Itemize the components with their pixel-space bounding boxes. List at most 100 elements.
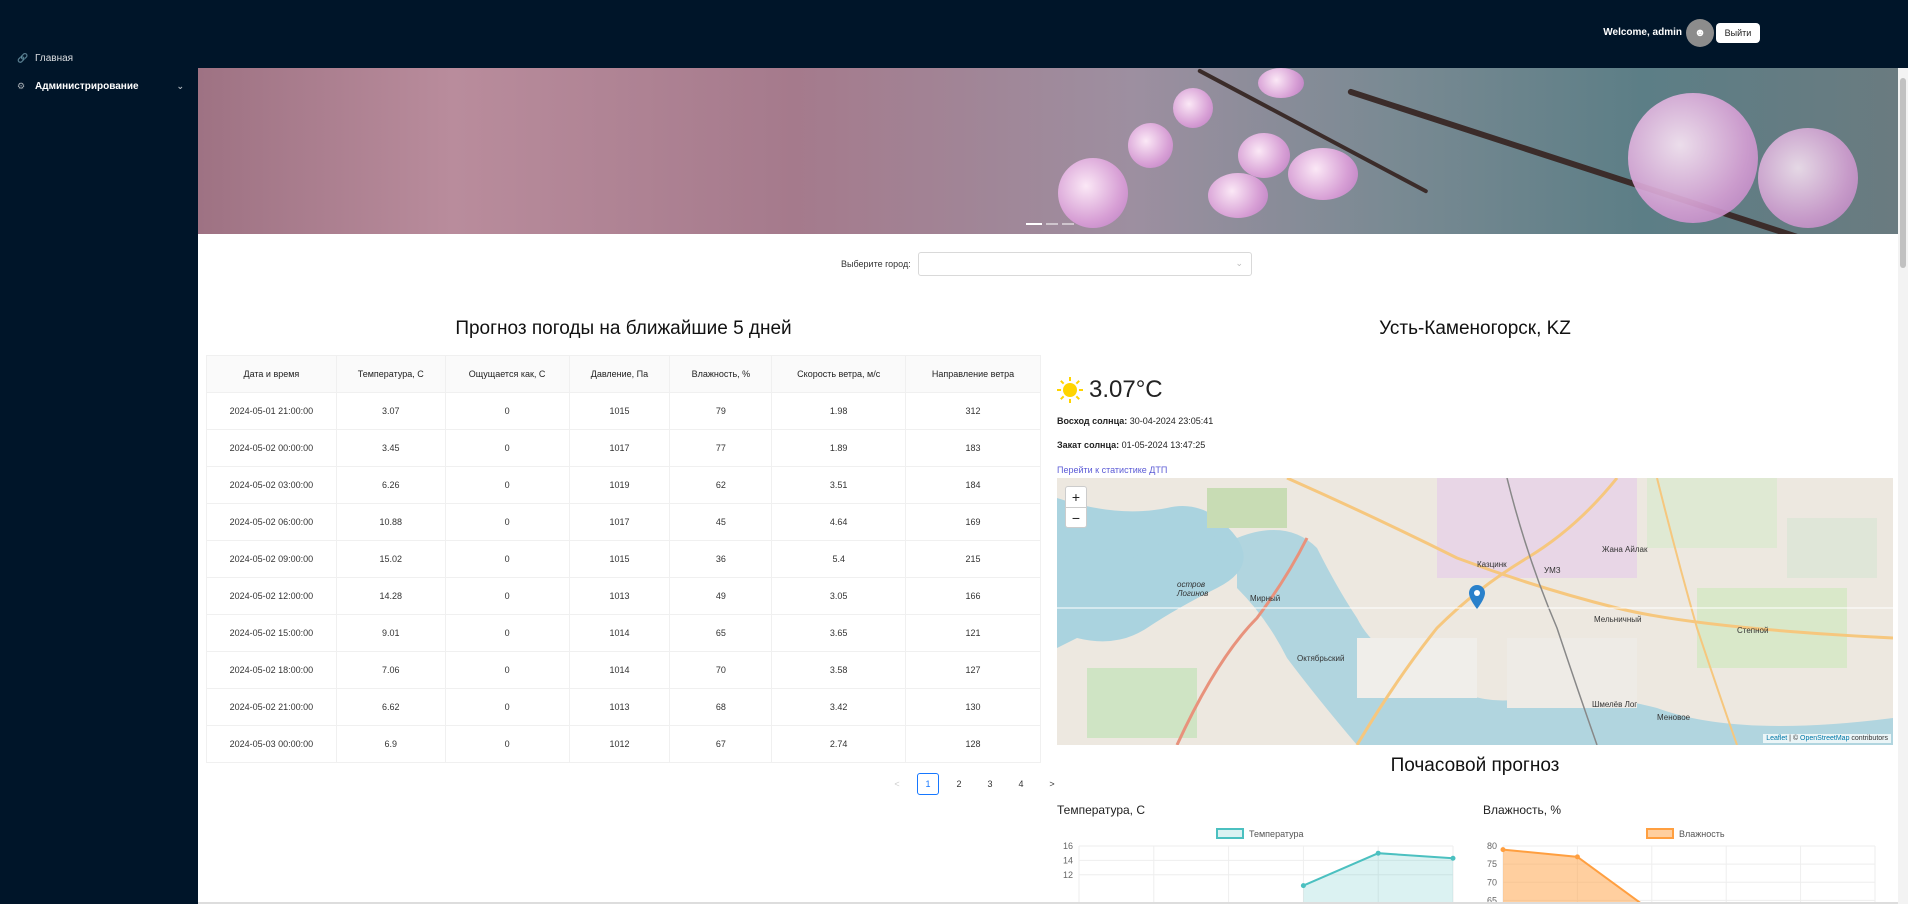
sunset-value: 01-05-2024 13:47:25 — [1121, 440, 1206, 450]
banner-carousel[interactable] — [198, 68, 1898, 234]
sidebar-item-label: Главная — [35, 52, 74, 64]
osm-link[interactable]: OpenStreetMap — [1800, 735, 1849, 742]
map-zoom-out-button[interactable]: − — [1066, 507, 1086, 527]
banner-blossom — [1058, 158, 1128, 228]
table-cell: 3.65 — [771, 614, 907, 652]
carousel-dot[interactable] — [1046, 223, 1058, 225]
carousel-dot[interactable] — [1062, 223, 1074, 225]
column-header[interactable]: Ощущается как, С — [444, 355, 570, 393]
data-point[interactable] — [1500, 847, 1506, 853]
table-cell: 15.02 — [336, 540, 446, 578]
table-cell: 1017 — [569, 503, 671, 541]
column-header[interactable]: Давление, Па — [568, 355, 671, 393]
table-cell: 1014 — [569, 614, 671, 652]
table-cell: 1017 — [569, 429, 671, 467]
pagination-prev[interactable]: < — [886, 773, 908, 795]
data-point[interactable] — [1574, 854, 1580, 860]
table-row[interactable]: 2024-05-02 21:00:00 6.62 0 1013 68 3.42 130 — [206, 688, 1041, 726]
data-point[interactable] — [1450, 855, 1456, 861]
table-cell: 0 — [445, 429, 570, 467]
current-weather: 3.07°C — [1057, 376, 1163, 404]
table-row[interactable]: 2024-05-02 12:00:00 14.28 0 1013 49 3.05 166 — [206, 577, 1041, 615]
table-row[interactable]: 2024-05-02 18:00:00 7.06 0 1014 70 3.58 127 — [206, 651, 1041, 689]
table-cell: 1013 — [569, 577, 671, 615]
column-header[interactable]: Влажность, % — [669, 355, 773, 393]
banner-blossom — [1758, 128, 1858, 228]
table-cell: 68 — [669, 688, 773, 726]
table-row[interactable]: 2024-05-02 00:00:00 3.45 0 1017 77 1.89 183 — [206, 429, 1041, 467]
column-header[interactable]: Дата и время — [206, 355, 337, 393]
carousel-dot[interactable] — [1026, 223, 1042, 225]
table-cell: 1019 — [569, 466, 671, 504]
table-row[interactable]: 2024-05-02 15:00:00 9.01 0 1014 65 3.65 121 — [206, 614, 1041, 652]
map-zoom-in-button[interactable]: + — [1066, 487, 1086, 507]
link-icon: 🔗 — [17, 52, 29, 63]
map-label: Степной — [1737, 626, 1769, 635]
table-cell: 9.01 — [336, 614, 446, 652]
carousel-dots[interactable] — [1026, 223, 1074, 225]
sidebar-item-admin[interactable]: ⚙ Администрирование ⌄ — [0, 72, 198, 100]
banner-blossom — [1173, 88, 1213, 128]
table-cell: 3.45 — [336, 429, 446, 467]
table-cell: 2024-05-02 00:00:00 — [206, 429, 337, 467]
legend-label: Влажность — [1679, 828, 1725, 839]
pagination-page[interactable]: 4 — [1010, 773, 1032, 795]
table-cell: 1.89 — [771, 429, 907, 467]
map-label: Жана Айлак — [1602, 545, 1648, 554]
scrollbar[interactable] — [1898, 68, 1908, 904]
chevron-down-icon[interactable]: ⌄ — [176, 81, 184, 92]
table-cell: 1015 — [569, 540, 671, 578]
temperature-chart-title: Температура, С — [1057, 803, 1146, 817]
table-cell: 0 — [445, 614, 570, 652]
column-header[interactable]: Направление ветра — [905, 355, 1041, 393]
pagination-page[interactable]: 3 — [979, 773, 1001, 795]
pagination-page[interactable]: 2 — [948, 773, 970, 795]
banner-blossom — [1628, 93, 1758, 223]
table-cell: 36 — [669, 540, 773, 578]
table-cell: 49 — [669, 577, 773, 615]
leaflet-link[interactable]: Leaflet — [1766, 735, 1787, 742]
pagination: < 1 2 3 4 > — [886, 773, 1063, 795]
data-point[interactable] — [1375, 850, 1381, 856]
y-tick-label: 12 — [1063, 870, 1073, 880]
city-select-label: Выберите город: — [841, 259, 911, 269]
table-row[interactable]: 2024-05-02 09:00:00 15.02 0 1015 36 5.4 215 — [206, 540, 1041, 578]
table-cell: 215 — [905, 540, 1041, 578]
column-header[interactable]: Температура, С — [335, 355, 446, 393]
table-cell: 4.64 — [771, 503, 907, 541]
data-point[interactable] — [1300, 883, 1306, 889]
humidity-chart-title: Влажность, % — [1483, 803, 1562, 817]
table-cell: 1015 — [569, 392, 671, 430]
table-row[interactable]: 2024-05-02 03:00:00 6.26 0 1019 62 3.51 184 — [206, 466, 1041, 504]
pagination-page[interactable]: 1 — [917, 773, 939, 795]
column-header[interactable]: Скорость ветра, м/с — [771, 355, 907, 393]
table-cell: 3.07 — [336, 392, 446, 430]
city-select[interactable]: ⌄ — [918, 252, 1252, 276]
table-row[interactable]: 2024-05-01 21:00:00 3.07 0 1015 79 1.98 312 — [206, 392, 1041, 430]
table-cell: 1013 — [569, 688, 671, 726]
table-cell: 2024-05-01 21:00:00 — [206, 392, 337, 430]
scrollbar-thumb[interactable] — [1900, 78, 1906, 268]
table-cell: 127 — [905, 651, 1041, 689]
sun-icon — [1057, 377, 1083, 403]
table-cell: 14.28 — [336, 577, 446, 615]
table-cell: 184 — [905, 466, 1041, 504]
forecast-table: Дата и время Температура, С Ощущается ка… — [206, 355, 1041, 763]
avatar[interactable]: ☻ — [1686, 19, 1714, 47]
map-label: Мельничный — [1594, 615, 1642, 624]
table-cell: 77 — [669, 429, 773, 467]
banner-blossom — [1128, 123, 1173, 168]
table-cell: 3.05 — [771, 577, 907, 615]
table-cell: 67 — [669, 725, 773, 763]
sunrise-value: 30-04-2024 23:05:41 — [1129, 416, 1214, 426]
sidebar-item-home[interactable]: 🔗 Главная — [0, 44, 198, 72]
user-icon: ☻ — [1694, 27, 1706, 39]
table-row[interactable]: 2024-05-02 06:00:00 10.88 0 1017 45 4.64 169 — [206, 503, 1041, 541]
city-map[interactable]: + − Жана Айлак Казцинк УМЗ остров Логино… — [1057, 478, 1893, 745]
table-cell: 3.58 — [771, 651, 907, 689]
dtp-stats-link[interactable]: Перейти к статистике ДТП — [1057, 465, 1167, 475]
sunrise: Восход солнца: 30-04-2024 23:05:41 — [1057, 416, 1213, 426]
location-marker-icon[interactable] — [1469, 585, 1485, 609]
table-row[interactable]: 2024-05-03 00:00:00 6.9 0 1012 67 2.74 128 — [206, 725, 1041, 763]
logout-button[interactable]: Выйти — [1716, 23, 1760, 43]
